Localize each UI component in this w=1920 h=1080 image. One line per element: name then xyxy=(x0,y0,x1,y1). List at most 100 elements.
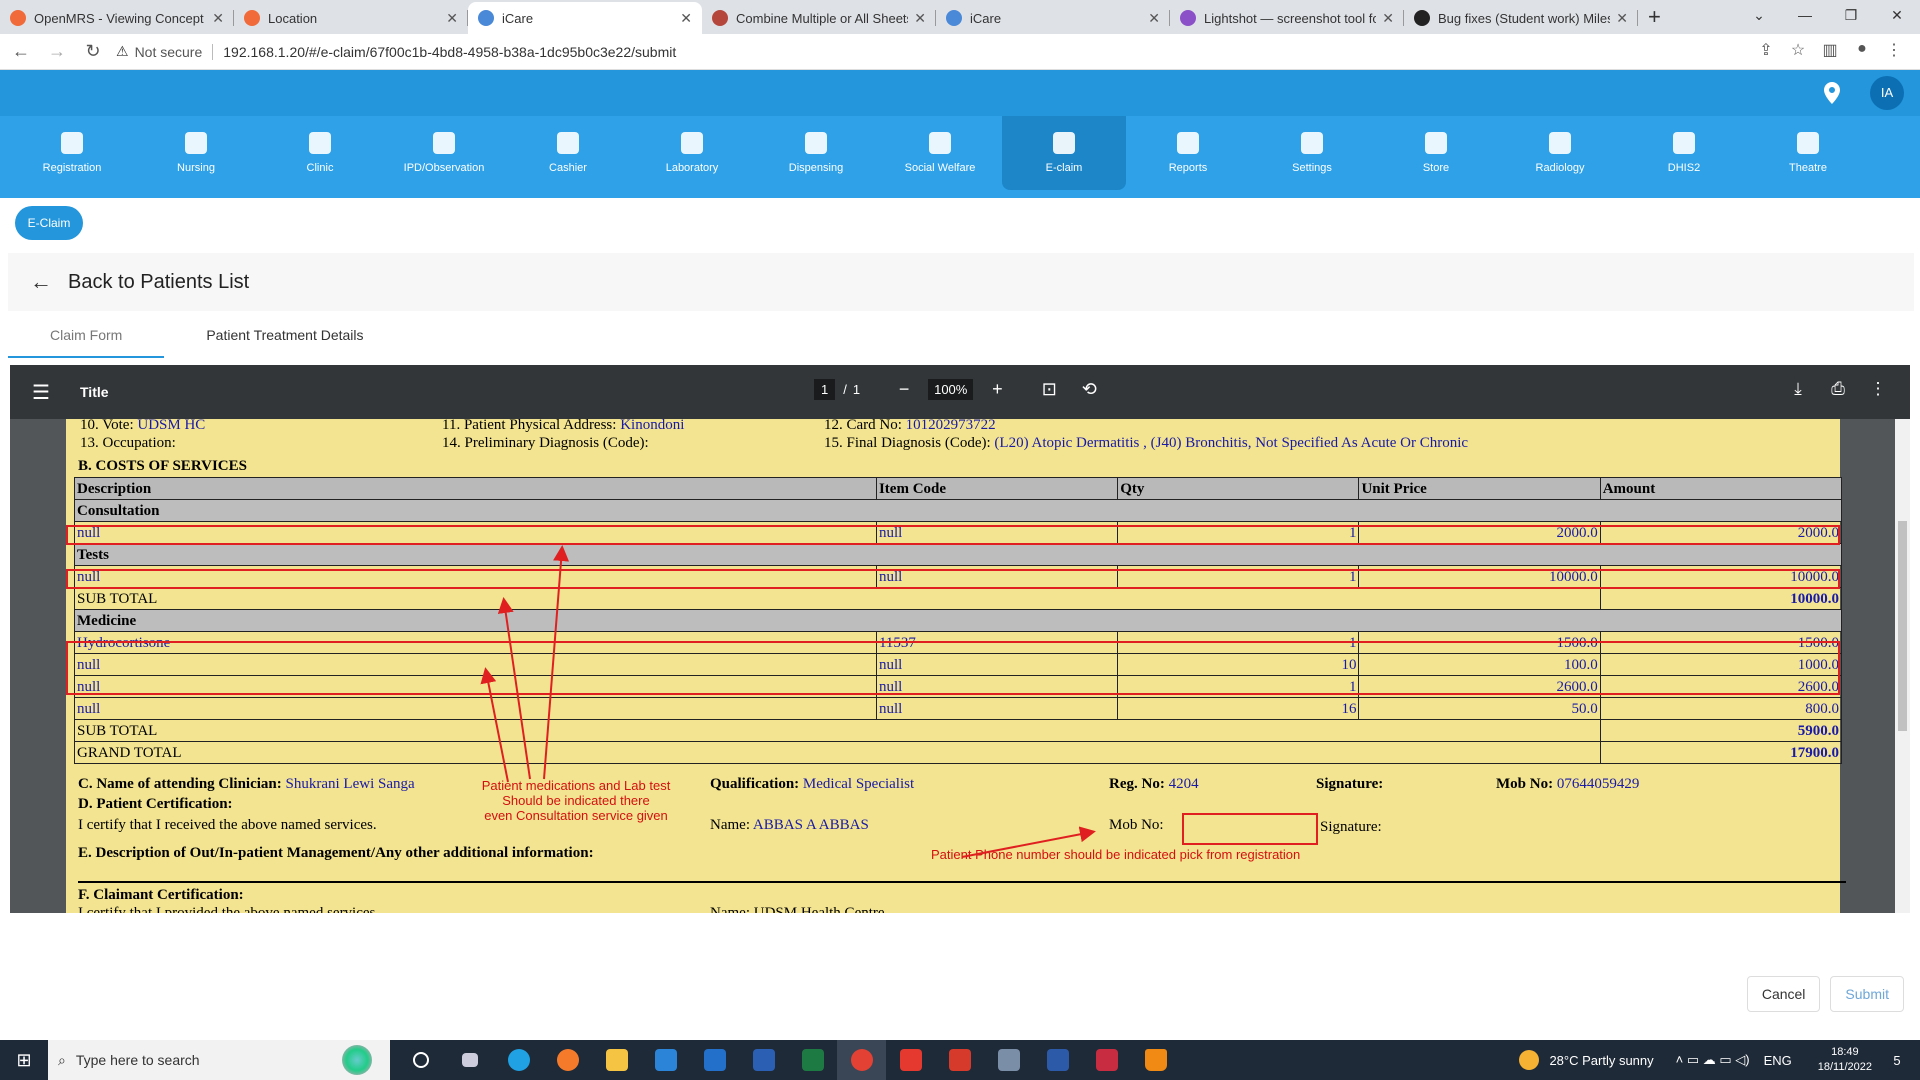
module-dispensing[interactable]: Dispensing xyxy=(754,116,878,190)
acrobat-icon[interactable] xyxy=(1082,1040,1131,1080)
pdf-viewport[interactable]: 10. Vote: UDSM HC 11. Patient Physical A… xyxy=(10,419,1910,913)
weather-widget[interactable]: 28°C Partly sunny xyxy=(1519,1050,1654,1070)
page-number-input[interactable]: 1 xyxy=(814,379,836,400)
tab-title[interactable]: OpenMRS - Viewing Concept H xyxy=(34,11,206,26)
new-tab-button[interactable]: + xyxy=(1648,2,1661,34)
restore-button[interactable]: ❐ xyxy=(1828,0,1874,32)
module-store[interactable]: Store xyxy=(1374,116,1498,190)
browser-tab[interactable]: iCare ✕ xyxy=(936,2,1170,34)
module-dhis2[interactable]: DHIS2 xyxy=(1622,116,1746,190)
browser-tab[interactable]: Bug fixes (Student work) Milesto ✕ xyxy=(1404,2,1638,34)
submit-button[interactable]: Submit xyxy=(1830,976,1904,1012)
eclaim-chip[interactable]: E-Claim xyxy=(15,206,83,240)
tab-search-icon[interactable]: ⌄ xyxy=(1736,0,1782,32)
zoom-level-input[interactable]: 100% xyxy=(928,379,974,400)
module-clinic[interactable]: Clinic xyxy=(258,116,382,190)
vlc-icon[interactable] xyxy=(1131,1040,1180,1080)
tab-close-icon[interactable]: ✕ xyxy=(680,10,692,27)
anydesk-icon[interactable] xyxy=(886,1040,935,1080)
powershell-icon[interactable] xyxy=(1033,1040,1082,1080)
tab-title[interactable]: Combine Multiple or All Sheets xyxy=(736,11,908,26)
download-icon[interactable]: ⤓ xyxy=(1778,379,1818,399)
tab-close-icon[interactable]: ✕ xyxy=(914,10,926,27)
screen-tool-icon[interactable] xyxy=(984,1040,1033,1080)
tab-title[interactable]: Lightshot — screenshot tool for xyxy=(1204,11,1376,26)
arrow-left-icon[interactable]: ← xyxy=(30,269,52,295)
tab-title[interactable]: Location xyxy=(268,11,440,26)
browser-tab[interactable]: Lightshot — screenshot tool for ✕ xyxy=(1170,2,1404,34)
module-e-claim[interactable]: E-claim xyxy=(1002,116,1126,190)
minimize-button[interactable]: — xyxy=(1782,0,1828,32)
zoom-out-icon[interactable]: − xyxy=(890,379,918,400)
store-icon[interactable] xyxy=(641,1040,690,1080)
bookmark-star-icon[interactable]: ☆ xyxy=(1782,40,1814,60)
forward-icon[interactable]: → xyxy=(42,41,72,62)
share-icon[interactable]: ⇪ xyxy=(1750,40,1782,60)
tab-claim-form[interactable]: Claim Form xyxy=(8,318,165,358)
wps-icon[interactable] xyxy=(935,1040,984,1080)
clock[interactable]: 18:49 18/11/2022 xyxy=(1818,1045,1872,1075)
module-ipd-observation[interactable]: IPD/Observation xyxy=(382,116,506,190)
user-avatar[interactable]: IA xyxy=(1870,76,1904,110)
pdf-scrollbar[interactable] xyxy=(1895,419,1910,913)
fit-page-icon[interactable]: ⊡ xyxy=(1035,379,1063,400)
module-reports[interactable]: Reports xyxy=(1126,116,1250,190)
location-pin-icon[interactable] xyxy=(1824,82,1840,104)
scrollbar-thumb[interactable] xyxy=(1898,521,1907,731)
module-registration[interactable]: Registration xyxy=(10,116,134,190)
back-row[interactable]: ← Back to Patients List xyxy=(8,253,1914,311)
taskbar-search-placeholder[interactable]: Type here to search xyxy=(76,1052,200,1068)
reload-icon[interactable]: ↻ xyxy=(78,41,108,62)
edge-icon[interactable] xyxy=(494,1040,543,1080)
module-cashier[interactable]: Cashier xyxy=(506,116,630,190)
tab-patient-treatment-details[interactable]: Patient Treatment Details xyxy=(164,318,405,358)
mail-icon[interactable] xyxy=(690,1040,739,1080)
close-window-button[interactable]: ✕ xyxy=(1874,0,1920,32)
search-highlight-icon[interactable] xyxy=(342,1045,372,1075)
rotate-icon[interactable]: ⟲ xyxy=(1075,379,1103,400)
tab-title[interactable]: iCare xyxy=(970,11,1142,26)
url-text[interactable]: 192.168.1.20/#/e-claim/67f00c1b-4bd8-495… xyxy=(223,44,676,60)
tab-close-icon[interactable]: ✕ xyxy=(212,10,224,27)
language-indicator[interactable]: ENG xyxy=(1764,1053,1792,1068)
module-social-welfare[interactable]: Social Welfare xyxy=(878,116,1002,190)
url-field[interactable]: ⚠ Not secure 192.168.1.20/#/e-claim/67f0… xyxy=(116,43,676,60)
tab-close-icon[interactable]: ✕ xyxy=(1616,10,1628,27)
back-icon[interactable]: ← xyxy=(6,41,36,62)
profile-icon[interactable]: ● xyxy=(1846,40,1878,60)
more-options-icon[interactable]: ⋮ xyxy=(1858,379,1898,399)
module-radiology[interactable]: Radiology xyxy=(1498,116,1622,190)
tab-close-icon[interactable]: ✕ xyxy=(1382,10,1394,27)
cancel-button[interactable]: Cancel xyxy=(1746,976,1821,1012)
zoom-in-icon[interactable]: + xyxy=(983,379,1011,400)
hamburger-menu-icon[interactable]: ☰ xyxy=(32,380,58,405)
word-icon[interactable] xyxy=(739,1040,788,1080)
file-explorer-icon[interactable] xyxy=(592,1040,641,1080)
back-to-patients-link[interactable]: Back to Patients List xyxy=(68,271,249,294)
sidepanel-icon[interactable]: ▥ xyxy=(1814,40,1846,60)
browser-tab[interactable]: OpenMRS - Viewing Concept H ✕ xyxy=(0,2,234,34)
firefox-icon[interactable] xyxy=(543,1040,592,1080)
cortana-icon[interactable] xyxy=(396,1040,445,1080)
module-settings[interactable]: Settings xyxy=(1250,116,1374,190)
notification-icon[interactable]: 5 xyxy=(1884,1053,1910,1068)
tab-close-icon[interactable]: ✕ xyxy=(1148,10,1160,27)
browser-tab[interactable]: Location ✕ xyxy=(234,2,468,34)
taskbar-search[interactable]: ⌕ Type here to search xyxy=(48,1040,390,1080)
windows-start-icon[interactable]: ⊞ xyxy=(0,1050,48,1071)
tab-title[interactable]: Bug fixes (Student work) Milesto xyxy=(1438,11,1610,26)
browser-menu-icon[interactable]: ⋮ xyxy=(1878,40,1910,60)
print-icon[interactable]: ⎙ xyxy=(1818,379,1858,399)
module-nursing[interactable]: Nursing xyxy=(134,116,258,190)
chrome-icon[interactable] xyxy=(837,1040,886,1080)
module-laboratory[interactable]: Laboratory xyxy=(630,116,754,190)
module-label: Radiology xyxy=(1535,162,1585,174)
browser-tab[interactable]: Combine Multiple or All Sheets ✕ xyxy=(702,2,936,34)
tab-title[interactable]: iCare xyxy=(502,11,674,26)
browser-tab[interactable]: iCare ✕ xyxy=(468,2,702,34)
tray-icons[interactable]: ˄ ▭ ☁ ▭ ◁) xyxy=(1676,1052,1750,1068)
module-theatre[interactable]: Theatre xyxy=(1746,116,1870,190)
task-view-icon[interactable] xyxy=(445,1040,494,1080)
excel-icon[interactable] xyxy=(788,1040,837,1080)
tab-close-icon[interactable]: ✕ xyxy=(446,10,458,27)
